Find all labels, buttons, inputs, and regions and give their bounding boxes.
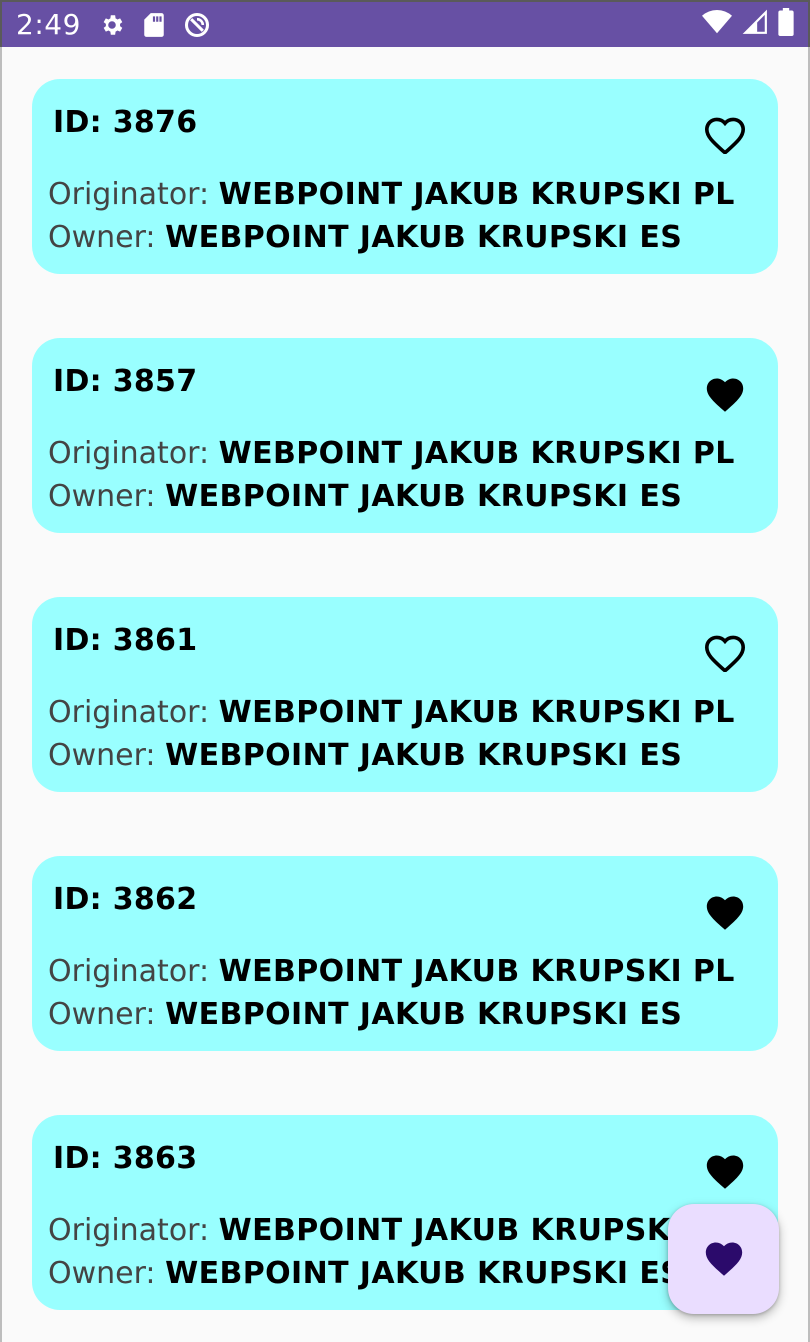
owner-label: Owner:	[48, 738, 166, 773]
owner-line: Owner: WEBPOINT JAKUB KRUPSKI ES	[48, 738, 682, 773]
owner-label: Owner:	[48, 1256, 166, 1291]
list-item-card[interactable]: ID: 3863 Originator: WEBPOINT JAKUB KRUP…	[32, 1115, 778, 1310]
list-item-card[interactable]: ID: 3861 Originator: WEBPOINT JAKUB KRUP…	[32, 597, 778, 792]
originator-label: Originator:	[48, 954, 219, 989]
heart-filled-icon	[703, 1150, 747, 1195]
owner-label: Owner:	[48, 479, 166, 514]
owner-value: WEBPOINT JAKUB KRUPSKI ES	[165, 1256, 683, 1291]
owner-label: Owner:	[48, 997, 166, 1032]
owner-value: WEBPOINT JAKUB KRUPSKI ES	[165, 479, 683, 514]
favorite-button[interactable]	[702, 631, 748, 677]
originator-label: Originator:	[48, 177, 219, 212]
list-item-card[interactable]: ID: 3876 Originator: WEBPOINT JAKUB KRUP…	[32, 79, 778, 274]
originator-label: Originator:	[48, 1213, 219, 1248]
status-bar: 2:49	[0, 0, 810, 47]
status-time: 2:49	[16, 8, 81, 41]
heart-outline-icon	[703, 114, 747, 159]
favorites-fab[interactable]	[668, 1204, 779, 1314]
list-item-card[interactable]: ID: 3862 Originator: WEBPOINT JAKUB KRUP…	[32, 856, 778, 1051]
favorite-button[interactable]	[702, 372, 748, 418]
heart-outline-icon	[703, 632, 747, 677]
originator-label: Originator:	[48, 436, 219, 471]
heart-filled-icon	[702, 1237, 746, 1282]
originator-value: WEBPOINT JAKUB KRUPSKI PL	[218, 695, 735, 730]
owner-label: Owner:	[48, 220, 166, 255]
originator-value: WEBPOINT JAKUB KRUPSKI PL	[218, 436, 735, 471]
card-id: ID: 3861	[53, 623, 198, 658]
owner-value: WEBPOINT JAKUB KRUPSKI ES	[165, 738, 683, 773]
card-id: ID: 3857	[53, 364, 198, 399]
originator-label: Originator:	[48, 695, 219, 730]
originator-line: Originator: WEBPOINT JAKUB KRUPSKI PL	[48, 954, 735, 989]
owner-line: Owner: WEBPOINT JAKUB KRUPSKI ES	[48, 479, 682, 514]
originator-line: Originator: WEBPOINT JAKUB KRUPSKI PL	[48, 695, 735, 730]
owner-line: Owner: WEBPOINT JAKUB KRUPSKI ES	[48, 1256, 682, 1291]
favorite-button[interactable]	[702, 890, 748, 936]
favorite-button[interactable]	[702, 113, 748, 159]
originator-line: Originator: WEBPOINT JAKUB KRUPSKI PL	[48, 177, 735, 212]
owner-line: Owner: WEBPOINT JAKUB KRUPSKI ES	[48, 220, 682, 255]
originator-value: WEBPOINT JAKUB KRUPSKI PL	[218, 1213, 735, 1248]
sync-off-icon	[183, 11, 211, 39]
owner-line: Owner: WEBPOINT JAKUB KRUPSKI ES	[48, 997, 682, 1032]
cell-signal-icon	[742, 9, 768, 40]
gear-icon	[99, 12, 125, 38]
sd-card-icon	[143, 12, 165, 38]
originator-value: WEBPOINT JAKUB KRUPSKI PL	[218, 954, 735, 989]
heart-filled-icon	[703, 891, 747, 936]
originator-line: Originator: WEBPOINT JAKUB KRUPSKI PL	[48, 436, 735, 471]
battery-icon	[778, 8, 794, 41]
originator-line: Originator: WEBPOINT JAKUB KRUPSKI PL	[48, 1213, 735, 1248]
card-id: ID: 3863	[53, 1141, 198, 1176]
card-id: ID: 3862	[53, 882, 198, 917]
frame-edge-left	[0, 47, 2, 1342]
heart-filled-icon	[703, 373, 747, 418]
list-item-card[interactable]: ID: 3857 Originator: WEBPOINT JAKUB KRUP…	[32, 338, 778, 533]
card-id: ID: 3876	[53, 105, 198, 140]
originator-value: WEBPOINT JAKUB KRUPSKI PL	[218, 177, 735, 212]
wifi-icon	[702, 9, 732, 40]
favorite-button[interactable]	[702, 1149, 748, 1195]
owner-value: WEBPOINT JAKUB KRUPSKI ES	[165, 220, 683, 255]
owner-value: WEBPOINT JAKUB KRUPSKI ES	[165, 997, 683, 1032]
